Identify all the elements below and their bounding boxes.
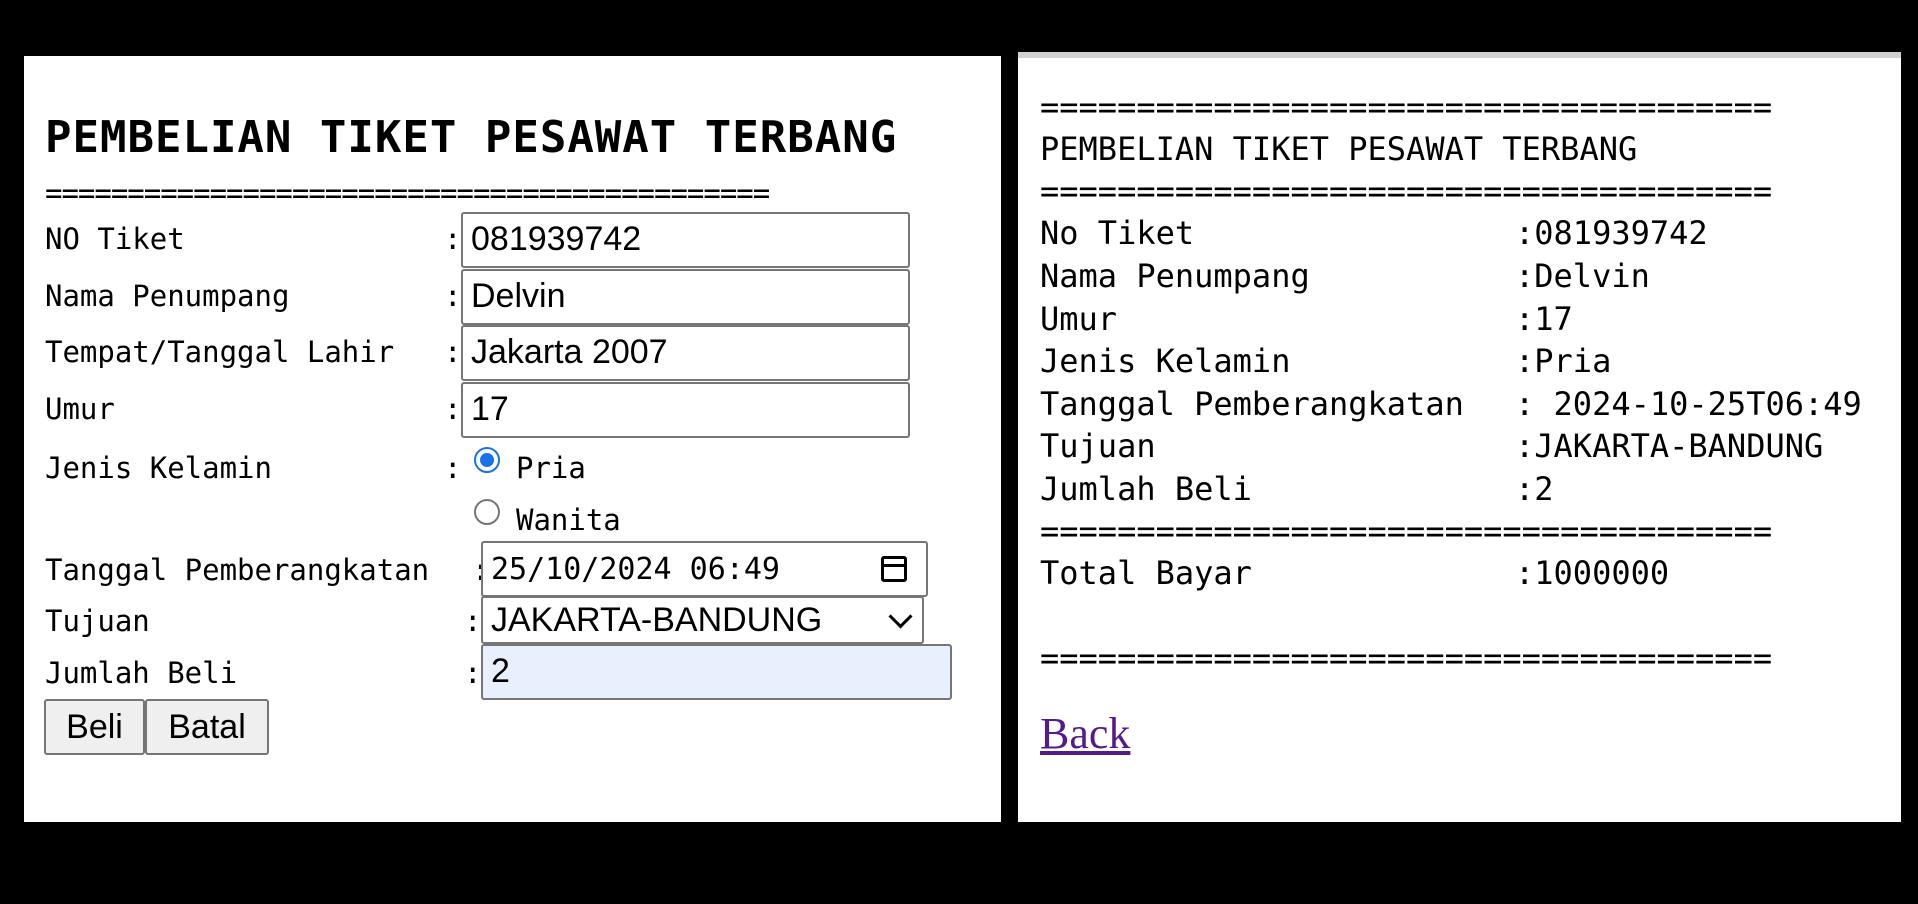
total-bayar-value: :1000000 <box>1515 554 1670 592</box>
receipt-row-label: Tujuan <box>1040 427 1156 465</box>
receipt-separator: ====================================== <box>1040 639 1773 677</box>
umur-label: Umur <box>45 392 115 426</box>
receipt-separator: ====================================== <box>1040 88 1773 126</box>
receipt-separator: ====================================== <box>1040 172 1773 210</box>
jumlah-beli-input[interactable]: 2 <box>481 644 952 700</box>
tanggal-datetime-input[interactable]: 25/10/2024 06:49 <box>481 541 928 597</box>
receipt-row-value: :081939742 <box>1515 214 1708 252</box>
receipt-row-value: :JAKARTA-BANDUNG <box>1515 427 1824 465</box>
colon: : <box>444 222 462 256</box>
radio-wanita[interactable] <box>474 499 500 525</box>
calendar-icon[interactable] <box>881 556 907 582</box>
ticket-form-panel: PEMBELIAN TIKET PESAWAT TERBANG ========… <box>24 56 1001 822</box>
colon: : <box>444 279 462 313</box>
radio-pria[interactable] <box>474 447 500 473</box>
receipt-row-value: :Delvin <box>1515 257 1650 295</box>
receipt-separator: ====================================== <box>1040 512 1773 550</box>
back-link[interactable]: Back <box>1040 708 1130 759</box>
jumlah-beli-label: Jumlah Beli <box>45 656 238 690</box>
ttl-input[interactable]: Jakarta 2007 <box>461 325 910 381</box>
form-title: PEMBELIAN TIKET PESAWAT TERBANG <box>45 112 898 163</box>
receipt-row-value: :17 <box>1515 300 1573 338</box>
receipt-row-label: No Tiket <box>1040 214 1195 252</box>
ttl-label: Tempat/Tanggal Lahir <box>45 335 395 369</box>
colon: : <box>464 604 482 638</box>
receipt-row-label: Jenis Kelamin <box>1040 342 1291 380</box>
colon: : <box>444 392 462 426</box>
colon: : <box>444 335 462 369</box>
chevron-down-icon <box>888 604 913 629</box>
tanggal-label: Tanggal Pemberangkatan <box>45 553 430 587</box>
receipt-row-label: Tanggal Pemberangkatan <box>1040 385 1464 423</box>
nama-penumpang-label: Nama Penumpang <box>45 279 290 313</box>
jenis-kelamin-label: Jenis Kelamin <box>45 451 272 485</box>
form-separator: ========================================… <box>45 176 770 210</box>
radio-wanita-label[interactable]: Wanita <box>516 503 621 537</box>
receipt-row-value: :Pria <box>1515 342 1612 380</box>
receipt-row-label: Umur <box>1040 300 1118 338</box>
receipt-row-value: : 2024-10-25T06:49 <box>1515 385 1862 423</box>
no-tiket-input[interactable]: 081939742 <box>461 212 910 268</box>
receipt-panel: ====================================== P… <box>1018 52 1901 822</box>
tanggal-value: 25/10/2024 06:49 <box>491 552 780 587</box>
radio-pria-label[interactable]: Pria <box>516 451 586 485</box>
umur-input[interactable]: 17 <box>461 382 910 438</box>
colon: : <box>464 656 482 690</box>
no-tiket-label: NO Tiket <box>45 222 185 256</box>
receipt-row-value: :2 <box>1515 470 1554 508</box>
tujuan-select[interactable]: JAKARTA-BANDUNG <box>481 596 924 644</box>
tujuan-label: Tujuan <box>45 604 150 638</box>
receipt-row-label: Jumlah Beli <box>1040 470 1252 508</box>
batal-button[interactable]: Batal <box>145 699 269 755</box>
receipt-row-label: Nama Penumpang <box>1040 257 1310 295</box>
receipt-title: PEMBELIAN TIKET PESAWAT TERBANG <box>1040 130 1638 168</box>
nama-penumpang-input[interactable]: Delvin <box>461 269 910 325</box>
total-bayar-label: Total Bayar <box>1040 554 1252 592</box>
colon: : <box>444 451 462 485</box>
tujuan-selected-value: JAKARTA-BANDUNG <box>491 601 823 639</box>
beli-button[interactable]: Beli <box>44 699 145 755</box>
